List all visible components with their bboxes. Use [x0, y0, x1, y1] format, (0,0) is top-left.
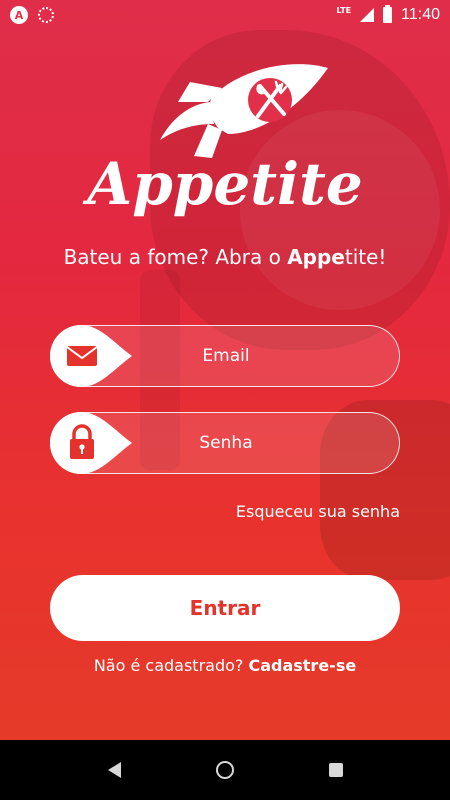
password-input[interactable]: Senha [51, 413, 401, 473]
tagline-text: Bateu a fome? Abra o [63, 245, 288, 269]
email-input[interactable]: Email [51, 326, 401, 386]
battery-icon [383, 5, 393, 23]
app-logo-wordmark: Appetite [87, 150, 363, 218]
back-icon[interactable] [107, 762, 121, 778]
password-field[interactable]: Senha [50, 412, 400, 474]
rocket-icon [160, 64, 328, 158]
forgot-password-link[interactable]: Esqueceu sua senha [236, 502, 400, 521]
network-type: LTE [336, 5, 352, 15]
system-nav-bar [0, 740, 450, 800]
tagline: Bateu a fome? Abra o Appetite! [0, 245, 450, 269]
login-screen: A LTE 11:40 Appetite Bateu a fome? Abra … [0, 0, 450, 740]
signup-link[interactable]: Cadastre-se [248, 656, 356, 675]
email-field[interactable]: Email [50, 325, 400, 387]
app-notification-icon: A [10, 6, 28, 24]
signup-question: Não é cadastrado? [93, 656, 249, 675]
login-button[interactable]: Entrar [50, 575, 400, 641]
clock: 11:40 [401, 6, 440, 23]
signal-icon [360, 8, 375, 22]
sync-icon [38, 7, 54, 23]
tagline-brand-bold: Appe [287, 245, 345, 269]
home-icon[interactable] [215, 761, 234, 779]
status-bar: A LTE 11:40 [0, 0, 450, 30]
signup-prompt: Não é cadastrado? Cadastre-se [0, 656, 450, 675]
recent-apps-icon[interactable] [328, 763, 343, 777]
tagline-brand-rest: tite! [344, 245, 387, 269]
